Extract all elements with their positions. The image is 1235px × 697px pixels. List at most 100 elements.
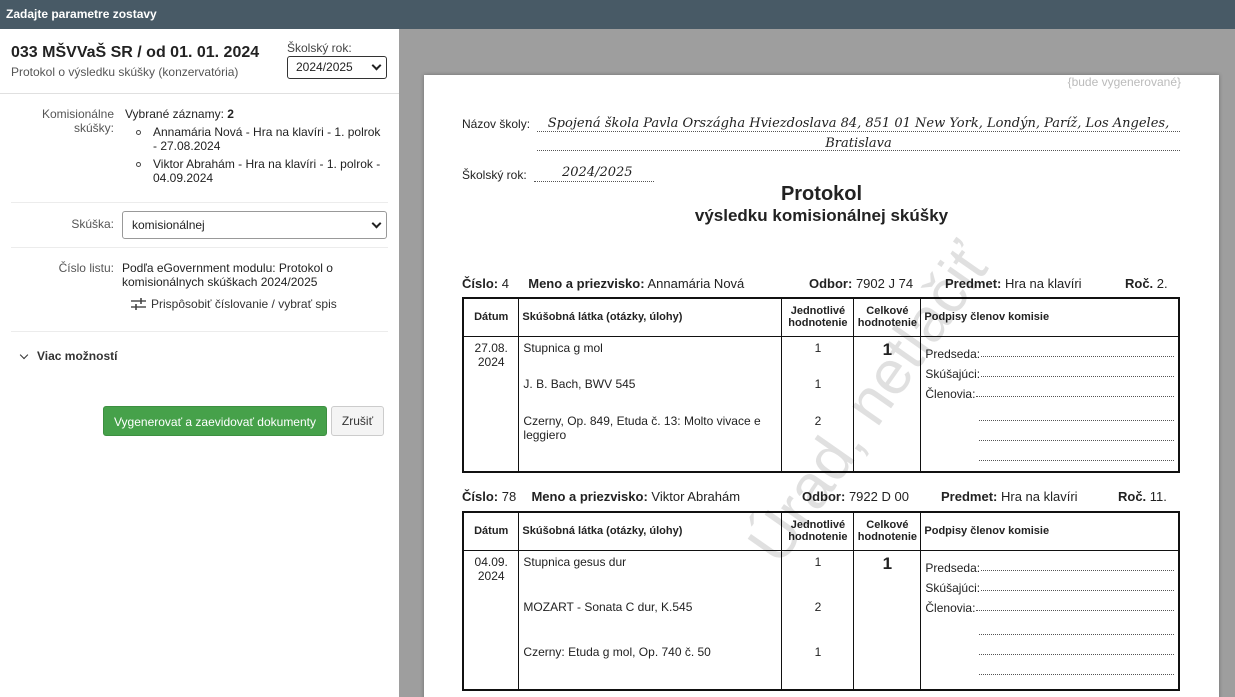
sig-label: Predseda: [925, 560, 981, 575]
school-year-label: Školský rok: [287, 41, 352, 55]
date-line: 27.08. [474, 340, 508, 355]
number-value: 78 [501, 489, 517, 504]
report-subtitle: Protokol o výsledku skúšky (konzervatóri… [11, 65, 239, 79]
sig-label: Skúšajúci: [925, 580, 981, 595]
window-title: Zadajte parametre zostavy [0, 0, 1235, 29]
signatures: Predseda: Skúšajúci: Členovia: [920, 550, 1180, 690]
roc-value: 11. [1149, 489, 1167, 504]
col-individual: Jednotlivé hodnotenie [781, 297, 855, 337]
report-title: 033 MŠVVaŠ SR / od 01. 01. 2024 [11, 44, 260, 61]
sig-members: Členovia: [925, 381, 1174, 401]
generate-button[interactable]: Vygenerovať a zaevidovať dokumenty [103, 406, 327, 436]
dept-value: 7902 J 74 [855, 276, 914, 291]
grade: 1 [814, 644, 822, 659]
total-value: 1 [882, 553, 893, 573]
signatures: Predseda: Skúšajúci: Členovia: [920, 336, 1180, 472]
dept-label: Odbor: [809, 276, 853, 291]
subject-value: Hra na klavíri [1004, 276, 1082, 291]
date-line: 2024 [477, 568, 505, 583]
col-label: hodnotenie [788, 317, 848, 330]
sig-label: Členovia: [925, 600, 976, 615]
report-header: 033 MŠVVaŠ SR / od 01. 01. 2024 Protokol… [11, 44, 259, 79]
sig-members: Členovia: [925, 595, 1174, 615]
col-date: Dátum [462, 511, 520, 551]
grade: 2 [814, 599, 822, 614]
sig-examiner: Skúšajúci: [925, 361, 1174, 381]
dotted-line [537, 150, 1180, 151]
year-field: Roč. 11. [1118, 489, 1167, 504]
school-label: Názov školy: [462, 117, 531, 131]
dept-value: 7922 D 00 [848, 489, 909, 504]
exam-item: MOZART - Sonata C dur, K.545 [523, 599, 693, 614]
dotted-line [537, 131, 1180, 132]
sig-chair: Predseda: [925, 341, 1174, 361]
exam-items: Stupnica g mol J. B. Bach, BWV 545 Czern… [518, 336, 783, 472]
exam-date: 04.09. 2024 [462, 550, 520, 690]
dotted-line [979, 635, 1174, 655]
divider [0, 93, 399, 94]
exam-item: Stupnica gesus dur [523, 554, 627, 569]
commission-label: Komisionálne skúšky: [41, 107, 114, 135]
roc-label: Roč. [1118, 489, 1147, 504]
roc-label: Roč. [1125, 276, 1154, 291]
list-item: Viktor Abrahám - Hra na klavíri - 1. pol… [125, 157, 387, 185]
customize-numbering-link[interactable]: Prispôsobiť číslovanie / vybrať spis [131, 297, 337, 311]
school-year-value: 2024/2025 [296, 60, 353, 74]
exam-value: komisionálnej [132, 218, 205, 232]
school-name-line: Bratislava [825, 136, 892, 151]
exam-label: Skúška: [71, 217, 114, 231]
number-label: Číslo: [462, 489, 499, 504]
school-name: Spojená škola Pavla Országha Hviezdoslav… [537, 114, 1180, 154]
subject-value: Hra na klavíri [1000, 489, 1078, 504]
total-grade: 1 [853, 550, 922, 690]
protocol-header: Číslo: 78 Meno a priezvisko: Viktor Abra… [462, 489, 740, 504]
sheet-value: Podľa eGovernment modulu: Protokol o kom… [122, 261, 333, 289]
date-line: 04.09. [474, 554, 508, 569]
selected-count: 2 [227, 107, 234, 121]
selected-label: Vybrané záznamy: [125, 107, 224, 121]
col-label: hodnotenie [857, 531, 918, 544]
year-value: 2024/2025 [562, 165, 633, 180]
roc-value: 2. [1156, 276, 1168, 291]
exam-item: J. B. Bach, BWV 545 [523, 376, 636, 391]
chevron-down-icon [371, 218, 382, 229]
protocol-title: Protokol [780, 183, 863, 205]
dotted-line [979, 655, 1174, 675]
sig-examiner: Skúšajúci: [925, 575, 1174, 595]
name-label: Meno a priezvisko: [531, 489, 648, 504]
dotted-line [534, 181, 654, 182]
sliders-icon [131, 297, 146, 310]
chevron-down-icon [371, 60, 382, 71]
name-label: Meno a priezvisko: [528, 276, 645, 291]
number-label: Číslo: [462, 276, 499, 291]
divider [11, 331, 388, 332]
col-subject: Skúšobná látka (otázky, úlohy) [518, 297, 783, 337]
exam-item: Czerny: Etuda g mol, Op. 740 č. 50 [523, 644, 711, 659]
exam-items: Stupnica gesus dur MOZART - Sonata C dur… [518, 550, 783, 690]
protocol-subtitle: výsledku komisionálnej skúšky [694, 206, 949, 225]
preview-panel[interactable]: {bude vygenerované} Názov školy: Spojená… [399, 29, 1235, 697]
exam-select[interactable]: komisionálnej [122, 211, 387, 239]
number-value: 4 [501, 276, 509, 291]
sig-label: Členovia: [925, 386, 976, 401]
protocol-table: Dátum Skúšobná látka (otázky, úlohy) Jed… [462, 511, 1180, 691]
divider [11, 202, 388, 203]
dotted-line [979, 441, 1174, 461]
cancel-button[interactable]: Zrušiť [331, 406, 384, 436]
grade: 1 [814, 340, 822, 355]
col-signatures: Podpisy členov komisie [920, 511, 1180, 551]
dotted-line [979, 615, 1174, 635]
date-line: 2024 [477, 354, 505, 369]
chevron-down-icon [19, 350, 29, 359]
list-item: Annamária Nová - Hra na klavíri - 1. pol… [125, 125, 387, 153]
selected-records: Vybrané záznamy: 2 Annamária Nová - Hra … [125, 107, 387, 185]
more-options-label: Viac možností [37, 349, 118, 363]
subject-label: Predmet: [941, 489, 998, 504]
dotted-line [979, 421, 1174, 441]
school-year-select[interactable]: 2024/2025 [287, 56, 387, 79]
more-options-toggle[interactable]: Viac možností [19, 349, 118, 363]
sig-chair: Predseda: [925, 555, 1174, 575]
col-date: Dátum [462, 297, 520, 337]
parameters-panel: 033 MŠVVaŠ SR / od 01. 01. 2024 Protokol… [0, 29, 399, 697]
generated-note: {bude vygenerované} [1067, 75, 1181, 89]
